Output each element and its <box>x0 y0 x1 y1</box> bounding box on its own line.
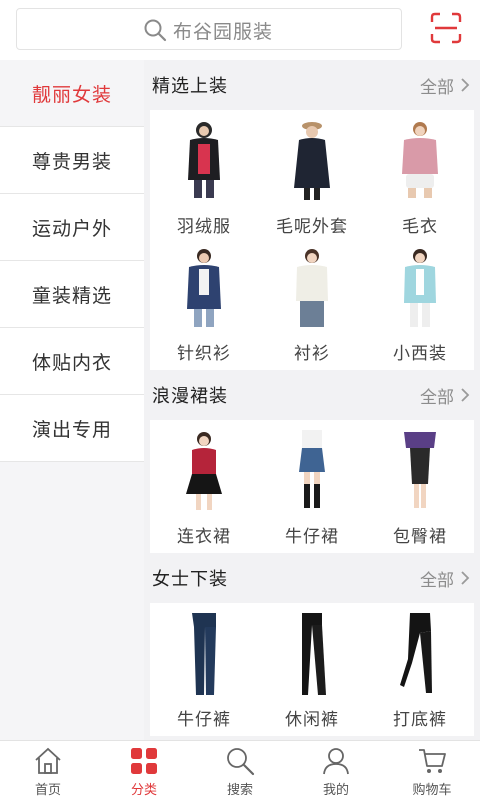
product-label: 打底裤 <box>393 710 447 730</box>
denim-skirt-thumbnail <box>299 430 325 508</box>
shirt-thumbnail <box>296 249 328 327</box>
view-all-label: 全部 <box>420 387 454 408</box>
product-item[interactable]: 衬衫 <box>258 237 366 364</box>
pencil-skirt-thumbnail <box>404 432 436 508</box>
down-jacket-thumbnail <box>188 122 220 198</box>
casual-pants-thumbnail <box>302 613 326 695</box>
sidebar-item-men[interactable]: 尊贵男装 <box>0 127 144 194</box>
product-item[interactable]: 牛仔裤 <box>150 603 258 730</box>
view-all-label: 全部 <box>420 570 454 591</box>
product-label: 包臀裙 <box>393 527 447 547</box>
category-sidebar: 靓丽女装 尊贵男装 运动户外 童装精选 体贴内衣 演出专用 <box>0 60 144 740</box>
product-item[interactable]: 针织衫 <box>150 237 258 364</box>
product-label: 休闲裤 <box>285 710 339 730</box>
chevron-right-icon <box>461 78 470 92</box>
product-label: 小西装 <box>393 344 447 364</box>
cart-icon <box>419 749 446 773</box>
section-bottoms: 女士下装 全部 牛仔裤 休闲裤 打底裤 <box>144 553 480 736</box>
scan-icon[interactable] <box>430 12 462 44</box>
blazer-thumbnail <box>404 249 436 327</box>
view-all-label: 全部 <box>420 77 454 98</box>
product-item[interactable]: 休闲裤 <box>258 603 366 730</box>
product-grid: 连衣裙 牛仔裙 包臀裙 <box>150 420 474 553</box>
sidebar-item-kids[interactable]: 童装精选 <box>0 261 144 328</box>
section-title: 浪漫裙装 <box>152 386 228 407</box>
search-icon <box>227 748 255 776</box>
sidebar-item-underwear[interactable]: 体贴内衣 <box>0 328 144 395</box>
search-inner: 布谷园服装 <box>143 18 274 43</box>
sidebar-item-women[interactable]: 靓丽女装 <box>0 60 144 127</box>
chevron-right-icon <box>461 571 470 585</box>
sidebar-item-performance[interactable]: 演出专用 <box>0 395 144 462</box>
wool-coat-thumbnail <box>294 122 330 200</box>
chevron-right-icon <box>461 388 470 402</box>
section-title: 精选上装 <box>152 76 228 97</box>
search-icon <box>144 19 167 42</box>
tab-search[interactable]: 搜索 <box>192 741 288 800</box>
search-bar[interactable]: 布谷园服装 <box>16 8 402 50</box>
product-item[interactable]: 羽绒服 <box>150 110 258 237</box>
product-grid: 羽绒服 毛呢外套 毛衣 针织衫 衬衫 小西装 <box>150 110 474 370</box>
sweater-thumbnail <box>402 122 438 198</box>
product-grid: 牛仔裤 休闲裤 打底裤 <box>150 603 474 736</box>
user-icon <box>323 748 349 775</box>
product-item[interactable]: 小西装 <box>366 237 474 364</box>
tab-label: 首页 <box>34 783 61 798</box>
product-label: 连衣裙 <box>177 527 231 547</box>
dress-thumbnail <box>186 432 222 510</box>
cardigan-thumbnail <box>187 249 221 327</box>
search-placeholder: 布谷园服装 <box>173 20 274 43</box>
view-all-link[interactable]: 全部 <box>420 73 470 98</box>
category-content: 精选上装 全部 羽绒服 毛呢外套 毛衣 针织衫 衬衫 小西装 浪漫裙装 全部 连… <box>144 60 480 740</box>
product-item[interactable]: 打底裤 <box>366 603 474 730</box>
home-icon <box>35 747 61 774</box>
jeans-thumbnail <box>192 613 216 695</box>
product-label: 衬衫 <box>294 344 330 364</box>
product-label: 牛仔裤 <box>177 710 231 730</box>
category-grid-icon <box>131 748 157 774</box>
section-tops: 精选上装 全部 羽绒服 毛呢外套 毛衣 针织衫 衬衫 小西装 <box>144 60 480 370</box>
tab-profile[interactable]: 我的 <box>288 741 384 800</box>
tab-label: 购物车 <box>412 783 452 798</box>
product-item[interactable]: 毛衣 <box>366 110 474 237</box>
tab-label: 搜索 <box>226 783 253 798</box>
section-dresses: 浪漫裙装 全部 连衣裙 牛仔裙 包臀裙 <box>144 370 480 553</box>
product-label: 毛呢外套 <box>276 217 348 237</box>
product-item[interactable]: 牛仔裙 <box>258 420 366 547</box>
tab-label: 分类 <box>130 783 157 798</box>
view-all-link[interactable]: 全部 <box>420 383 470 408</box>
section-header: 女士下装 全部 <box>144 553 480 603</box>
section-header: 浪漫裙装 全部 <box>144 370 480 420</box>
sidebar-item-outdoor[interactable]: 运动户外 <box>0 194 144 261</box>
tab-cart[interactable]: 购物车 <box>384 741 480 800</box>
tab-home[interactable]: 首页 <box>0 741 96 800</box>
product-item[interactable]: 毛呢外套 <box>258 110 366 237</box>
section-header: 精选上装 全部 <box>144 60 480 110</box>
product-item[interactable]: 包臀裙 <box>366 420 474 547</box>
product-label: 羽绒服 <box>177 217 231 237</box>
product-label: 针织衫 <box>177 344 231 364</box>
tab-category[interactable]: 分类 <box>96 741 192 800</box>
tab-label: 我的 <box>322 783 349 798</box>
product-label: 牛仔裙 <box>285 527 339 547</box>
section-title: 女士下装 <box>152 569 228 590</box>
product-item[interactable]: 连衣裙 <box>150 420 258 547</box>
header: 布谷园服装 <box>0 0 480 60</box>
leggings-thumbnail <box>400 613 432 693</box>
bottom-tab-bar: 首页 分类 搜索 我的 购物车 <box>0 740 480 800</box>
view-all-link[interactable]: 全部 <box>420 566 470 591</box>
product-label: 毛衣 <box>402 217 438 237</box>
